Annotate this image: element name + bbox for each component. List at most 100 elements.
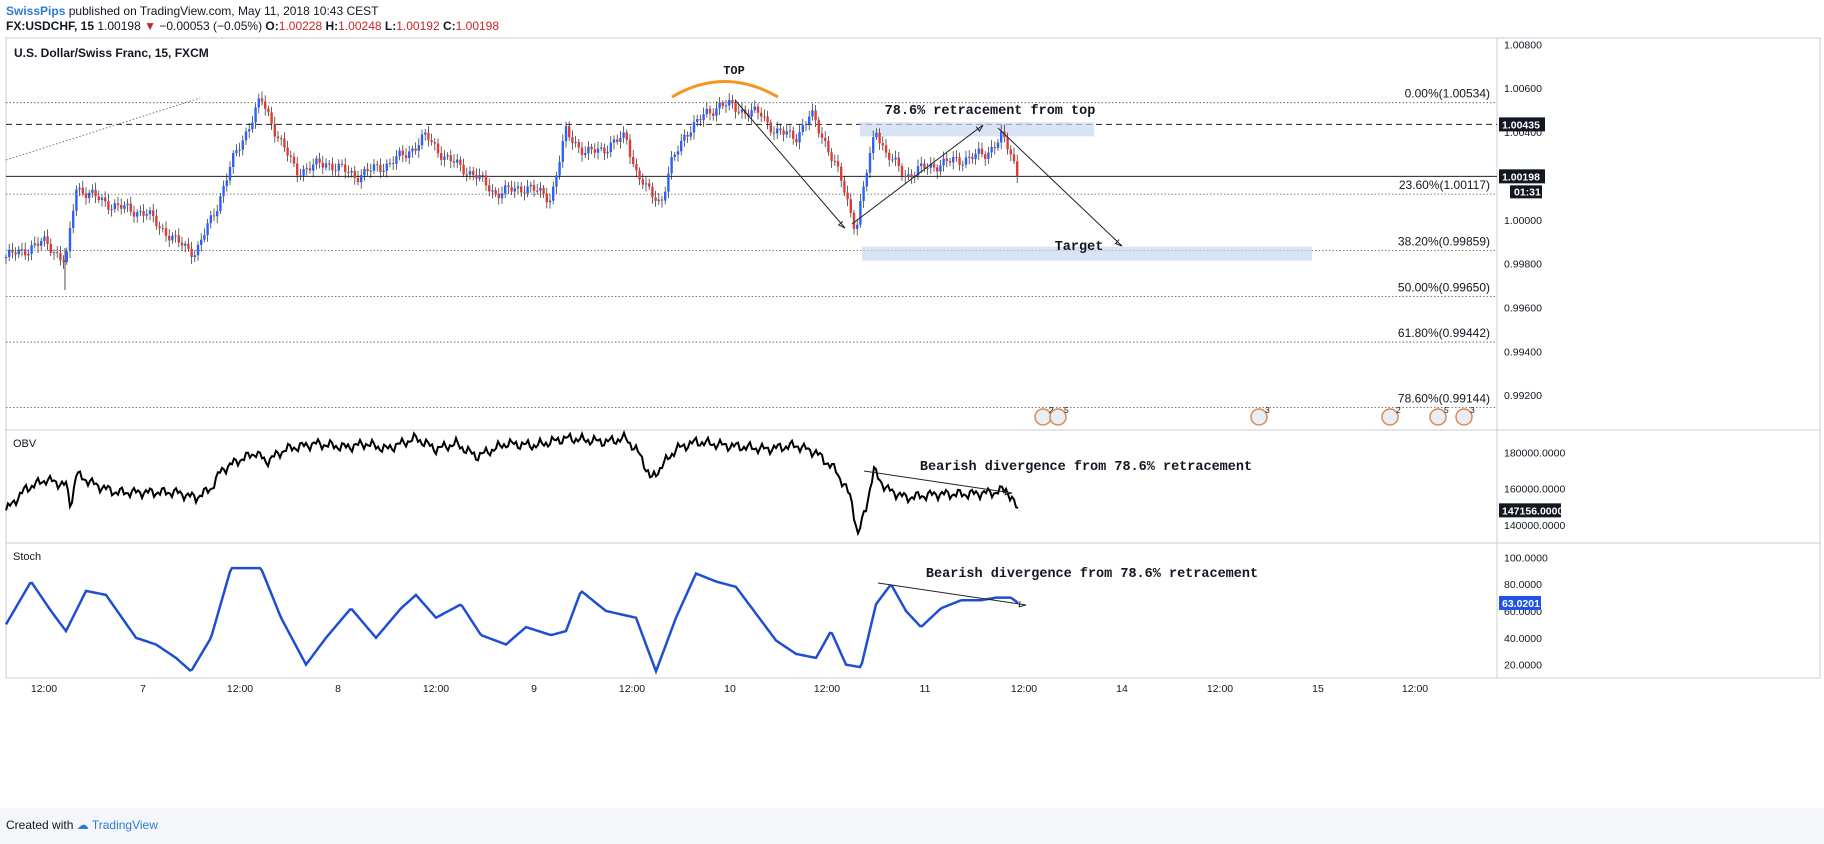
candle-body xyxy=(846,192,849,200)
candle-body xyxy=(859,201,862,225)
candle-body xyxy=(142,211,145,216)
candle-body xyxy=(484,175,488,186)
candle-body xyxy=(638,170,641,180)
price-axis-tick: 0.99200 xyxy=(1504,390,1542,402)
candle-body xyxy=(72,210,75,228)
candle-body xyxy=(622,132,625,138)
candle-body xyxy=(632,157,635,165)
time-axis-tick: 12:00 xyxy=(1207,683,1233,695)
candle-body xyxy=(43,236,46,241)
candle-body xyxy=(712,113,715,116)
candle-body xyxy=(536,190,539,192)
candle-body xyxy=(219,196,222,212)
candle-body xyxy=(577,142,580,148)
candle-body xyxy=(804,123,808,125)
candle-body xyxy=(459,159,462,165)
candle-body xyxy=(849,199,852,213)
footer-background xyxy=(0,808,1824,844)
tradingview-logo-icon[interactable]: ☁ xyxy=(77,818,89,832)
candle-body xyxy=(648,183,651,187)
candle-body xyxy=(772,132,776,134)
candle-body xyxy=(312,164,315,171)
candle-body xyxy=(273,123,276,137)
candle-body xyxy=(532,185,536,191)
candle-body xyxy=(865,172,868,187)
candle-body xyxy=(948,161,952,163)
candle-body xyxy=(356,177,360,183)
candle-body xyxy=(833,161,836,163)
candle-body xyxy=(542,187,545,194)
candle-body xyxy=(59,252,62,261)
tradingview-brand[interactable]: TradingView xyxy=(92,818,158,832)
candle-body xyxy=(280,138,283,140)
time-axis-tick: 12:00 xyxy=(31,683,57,695)
candle-body xyxy=(270,112,273,124)
candle-body xyxy=(488,185,491,192)
candle-body xyxy=(817,120,820,134)
time-axis-tick: 12:00 xyxy=(227,683,253,695)
candle-body xyxy=(120,205,123,209)
candle-body xyxy=(510,187,513,192)
fib-level-label: 78.60%(0.99144) xyxy=(1398,391,1490,405)
candle-body xyxy=(779,128,782,131)
candle-body xyxy=(414,148,417,151)
candle-body xyxy=(868,153,872,173)
candle-body xyxy=(491,190,494,192)
candle-body xyxy=(430,140,433,143)
candle-body xyxy=(977,148,980,154)
candle-body xyxy=(136,212,139,217)
candle-body xyxy=(152,210,155,217)
candle-body xyxy=(472,171,475,176)
candle-body xyxy=(283,138,286,148)
candle-body xyxy=(808,116,811,124)
candle-body xyxy=(564,126,568,142)
time-axis-tick: 11 xyxy=(920,683,931,695)
candle-body xyxy=(420,134,424,146)
candle-body xyxy=(788,130,792,132)
candle-body xyxy=(289,155,292,157)
chart-area[interactable]: U.S. Dollar/Swiss Franc, 15, FXCM 1.00800… xyxy=(0,0,1824,844)
candle-body xyxy=(763,116,766,118)
time-axis-tick: 7 xyxy=(140,683,146,695)
candle-body xyxy=(961,164,964,166)
top-arc-marker xyxy=(671,80,779,99)
candle-body xyxy=(468,171,472,175)
candle-body xyxy=(616,139,619,142)
candle-body xyxy=(440,153,443,160)
candle-body xyxy=(305,168,308,170)
time-axis-tick: 10 xyxy=(724,683,736,695)
candle-body xyxy=(1000,131,1003,143)
candle-body xyxy=(248,129,251,132)
candle-body xyxy=(750,110,753,117)
candle-body xyxy=(955,157,958,159)
candle-body xyxy=(920,163,923,167)
candle-body xyxy=(257,98,260,108)
obv-axis-tick: 140000.0000 xyxy=(1504,520,1565,532)
candle-body xyxy=(561,141,564,162)
fib-level-label: 50.00%(0.99650) xyxy=(1398,280,1490,294)
stoch-pane-title: Stoch xyxy=(13,551,41,563)
candle-body xyxy=(385,163,388,171)
candle-body xyxy=(696,119,699,122)
candle-body xyxy=(465,174,468,176)
obv-axis-tick: 180000.0000 xyxy=(1504,448,1565,460)
candle-body xyxy=(776,128,779,134)
candle-body xyxy=(171,235,174,241)
candle-body xyxy=(504,185,507,194)
candle-body xyxy=(132,211,136,217)
candle-body xyxy=(734,103,737,112)
candle-body xyxy=(664,191,667,201)
candle-body xyxy=(731,99,734,104)
candle-body xyxy=(593,149,596,153)
candle-body xyxy=(824,137,827,141)
candle-body xyxy=(4,257,8,259)
candle-body xyxy=(27,253,30,256)
candle-body xyxy=(529,185,532,187)
candle-body xyxy=(897,157,900,167)
top-label: TOP xyxy=(723,64,745,78)
candle-body xyxy=(936,167,939,172)
candle-body xyxy=(475,175,478,179)
event-count: 5 xyxy=(1064,405,1069,415)
countdown-label: 01:31 xyxy=(1514,186,1541,198)
trend-line xyxy=(5,97,201,161)
